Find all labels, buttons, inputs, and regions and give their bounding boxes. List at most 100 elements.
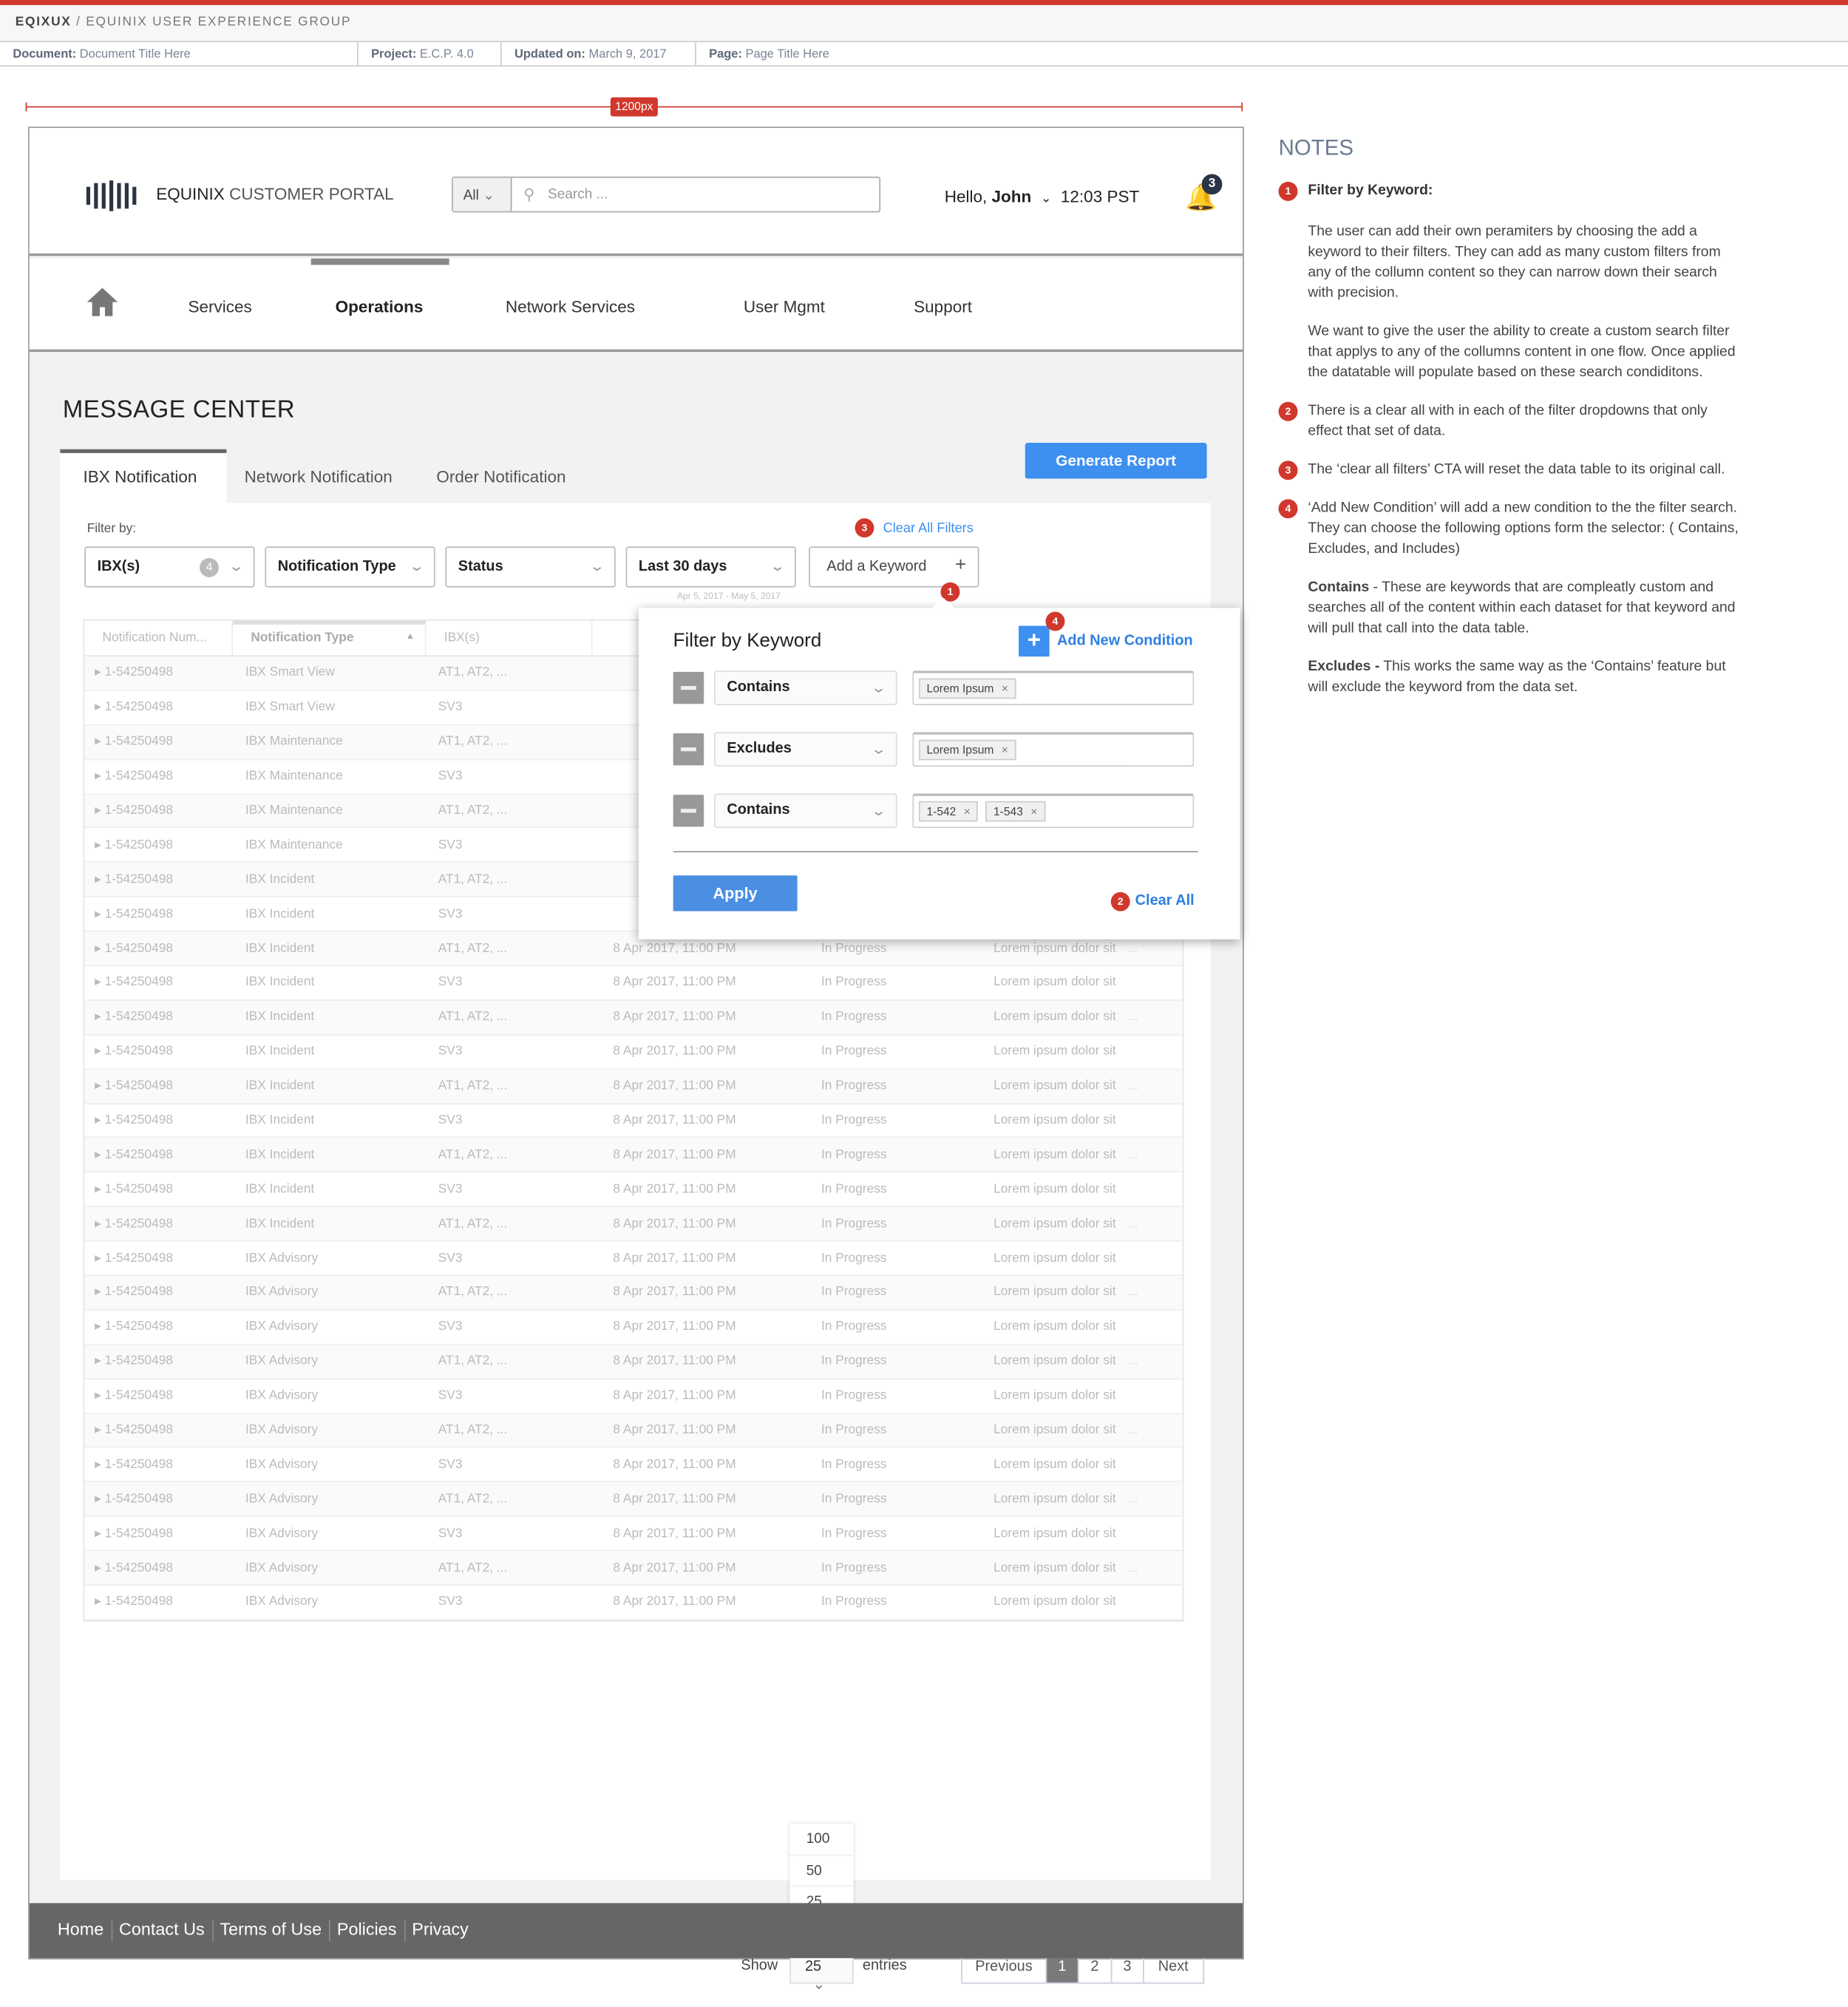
tab-order-notification[interactable]: Order Notification [413,449,588,503]
search-input[interactable]: Search ... [548,187,608,203]
expand-row-icon[interactable]: ▸ [95,1458,105,1472]
table-row[interactable]: ▸ 1-54250498 IBX Advisory SV3 8 Apr 2017, 1… [84,1517,1183,1552]
table-row[interactable]: ▸ 1-54250498 IBX Advisory AT1, AT2, ... 8 A… [84,1413,1183,1448]
tab-ibx-notification[interactable]: IBX Notification [60,449,227,503]
remove-tag-icon[interactable]: × [1002,682,1008,695]
page-size-option[interactable]: 100 [789,1824,854,1855]
page-size-option[interactable]: 50 [789,1855,854,1887]
expand-row-icon[interactable]: ▸ [95,804,105,818]
more-icon[interactable]: ... [1124,1217,1138,1231]
nav-operations[interactable]: Operations [336,297,424,316]
nav-support[interactable]: Support [914,297,972,316]
expand-row-icon[interactable]: ▸ [95,941,105,955]
remove-condition-1-button[interactable] [673,671,704,704]
condition-1-operator-select[interactable]: Contains ⌄ [714,670,897,705]
nav-user-mgmt[interactable]: User Mgmt [744,297,825,316]
expand-row-icon[interactable]: ▸ [95,1354,105,1368]
table-row[interactable]: ▸ 1-54250498 IBX Incident AT1, AT2, ... 8 A… [84,1000,1183,1036]
table-row[interactable]: ▸ 1-54250498 IBX Incident SV3 8 Apr 2017, 1… [84,1172,1183,1208]
expand-row-icon[interactable]: ▸ [95,1423,105,1437]
apply-button[interactable]: Apply [673,875,798,911]
expand-row-icon[interactable]: ▸ [95,735,105,749]
expand-row-icon[interactable]: ▸ [95,1561,105,1575]
expand-row-icon[interactable]: ▸ [95,1113,105,1127]
expand-row-icon[interactable]: ▸ [95,976,105,990]
notification-type-dropdown[interactable]: Notification Type ⌄ [265,546,435,588]
clear-all-filters-link[interactable]: Clear All Filters [883,521,974,537]
expand-row-icon[interactable]: ▸ [95,1079,105,1093]
table-row[interactable]: ▸ 1-54250498 IBX Advisory AT1, AT2, ... 8 A… [84,1482,1183,1518]
remove-condition-3-button[interactable] [673,795,704,827]
more-icon[interactable]: ... [1124,1011,1138,1025]
expand-row-icon[interactable]: ▸ [95,1251,105,1265]
table-row[interactable]: ▸ 1-54250498 IBX Advisory AT1, AT2, ... 8 A… [84,1276,1183,1311]
col-ibx[interactable]: IBX(s) [427,620,593,656]
expand-row-icon[interactable]: ▸ [95,907,105,921]
condition-2-operator-select[interactable]: Excludes ⌄ [714,732,897,767]
col-notification-type[interactable]: Notification Type ▲ [233,620,427,656]
more-icon[interactable]: ... [1124,1079,1138,1093]
expand-row-icon[interactable]: ▸ [95,1320,105,1334]
table-row[interactable]: ▸ 1-54250498 IBX Incident SV3 8 Apr 2017, 1… [84,1104,1183,1138]
condition-3-operator-select[interactable]: Contains ⌄ [714,793,897,829]
expand-row-icon[interactable]: ▸ [95,1527,105,1541]
table-row[interactable]: ▸ 1-54250498 IBX Advisory SV3 8 Apr 2017, 1… [84,1379,1183,1414]
expand-row-icon[interactable]: ▸ [95,1011,105,1025]
remove-tag-icon[interactable]: × [964,805,971,818]
expand-row-icon[interactable]: ▸ [95,1045,105,1059]
expand-row-icon[interactable]: ▸ [95,872,105,886]
col-notification-number[interactable]: Notification Num... [84,620,234,656]
more-icon[interactable]: ... [1124,1561,1138,1575]
table-row[interactable]: ▸ 1-54250498 IBX Advisory AT1, AT2, ... 8 A… [84,1551,1183,1586]
expand-row-icon[interactable]: ▸ [95,1389,105,1403]
expand-row-icon[interactable]: ▸ [95,1217,105,1231]
add-keyword-button[interactable]: Add a Keyword + [809,546,979,588]
more-icon[interactable]: ... [1124,1148,1138,1162]
expand-row-icon[interactable]: ▸ [95,838,105,852]
footer-privacy-link[interactable]: Privacy [412,1920,476,1941]
remove-condition-2-button[interactable] [673,733,704,766]
add-condition-plus-icon[interactable]: + [1019,625,1050,657]
status-dropdown[interactable]: Status ⌄ [445,546,616,588]
date-range-dropdown[interactable]: Last 30 days ⌄ [625,546,796,588]
ibx-filter-dropdown[interactable]: IBX(s) 4 ⌄ [84,546,255,588]
table-row[interactable]: ▸ 1-54250498 IBX Advisory SV3 8 Apr 2017, 1… [84,1242,1183,1277]
more-icon[interactable]: ... [1124,1492,1138,1506]
more-icon[interactable]: ... [1124,1423,1138,1437]
user-menu[interactable]: Hello, John ⌄ 12:03 PST [945,187,1140,206]
footer-contact-link[interactable]: Contact Us [119,1919,214,1942]
table-row[interactable]: ▸ 1-54250498 IBX Incident SV3 8 Apr 2017, 1… [84,966,1183,1001]
popup-clear-all-link[interactable]: Clear All [1135,893,1195,909]
add-new-condition-link[interactable]: Add New Condition [1057,634,1193,649]
portal-brand[interactable]: EQUINIX CUSTOMER PORTAL [156,184,393,203]
expand-row-icon[interactable]: ▸ [95,1595,105,1609]
table-row[interactable]: ▸ 1-54250498 IBX Incident SV3 8 Apr 2017, 1… [84,1035,1183,1070]
table-row[interactable]: ▸ 1-54250498 IBX Incident AT1, AT2, ... 8 A… [84,1207,1183,1242]
more-icon[interactable]: ... [1124,1286,1138,1300]
table-row[interactable]: ▸ 1-54250498 IBX Advisory SV3 8 Apr 2017, 1… [84,1586,1183,1620]
home-icon[interactable] [86,287,119,318]
footer-home-link[interactable]: Home [58,1919,113,1942]
expand-row-icon[interactable]: ▸ [95,701,105,715]
nav-network-services[interactable]: Network Services [506,297,635,316]
expand-row-icon[interactable]: ▸ [95,1182,105,1196]
expand-row-icon[interactable]: ▸ [95,1148,105,1162]
expand-row-icon[interactable]: ▸ [95,666,105,680]
more-icon[interactable]: ... [1124,1354,1138,1368]
search-scope-select[interactable]: All ⌄ [452,177,512,211]
remove-tag-icon[interactable]: × [1030,805,1037,818]
footer-policies-link[interactable]: Policies [337,1919,406,1942]
footer-terms-link[interactable]: Terms of Use [220,1919,331,1942]
condition-1-keyword-input[interactable]: Lorem Ipsum × [912,670,1195,705]
table-row[interactable]: ▸ 1-54250498 IBX Advisory SV3 8 Apr 2017, 1… [84,1448,1183,1483]
table-row[interactable]: ▸ 1-54250498 IBX Incident AT1, AT2, ... 8 A… [84,1138,1183,1173]
expand-row-icon[interactable]: ▸ [95,1286,105,1300]
nav-services[interactable]: Services [188,297,252,316]
tab-network-notification[interactable]: Network Notification [222,449,415,503]
table-row[interactable]: ▸ 1-54250498 IBX Incident AT1, AT2, ... 8 A… [84,1069,1183,1104]
expand-row-icon[interactable]: ▸ [95,770,105,784]
condition-3-keyword-input[interactable]: 1-542 × 1-543 × [912,793,1195,829]
more-icon[interactable]: ... [1124,941,1138,955]
remove-tag-icon[interactable]: × [1002,744,1008,756]
table-row[interactable]: ▸ 1-54250498 IBX Advisory SV3 8 Apr 2017, 1… [84,1311,1183,1345]
